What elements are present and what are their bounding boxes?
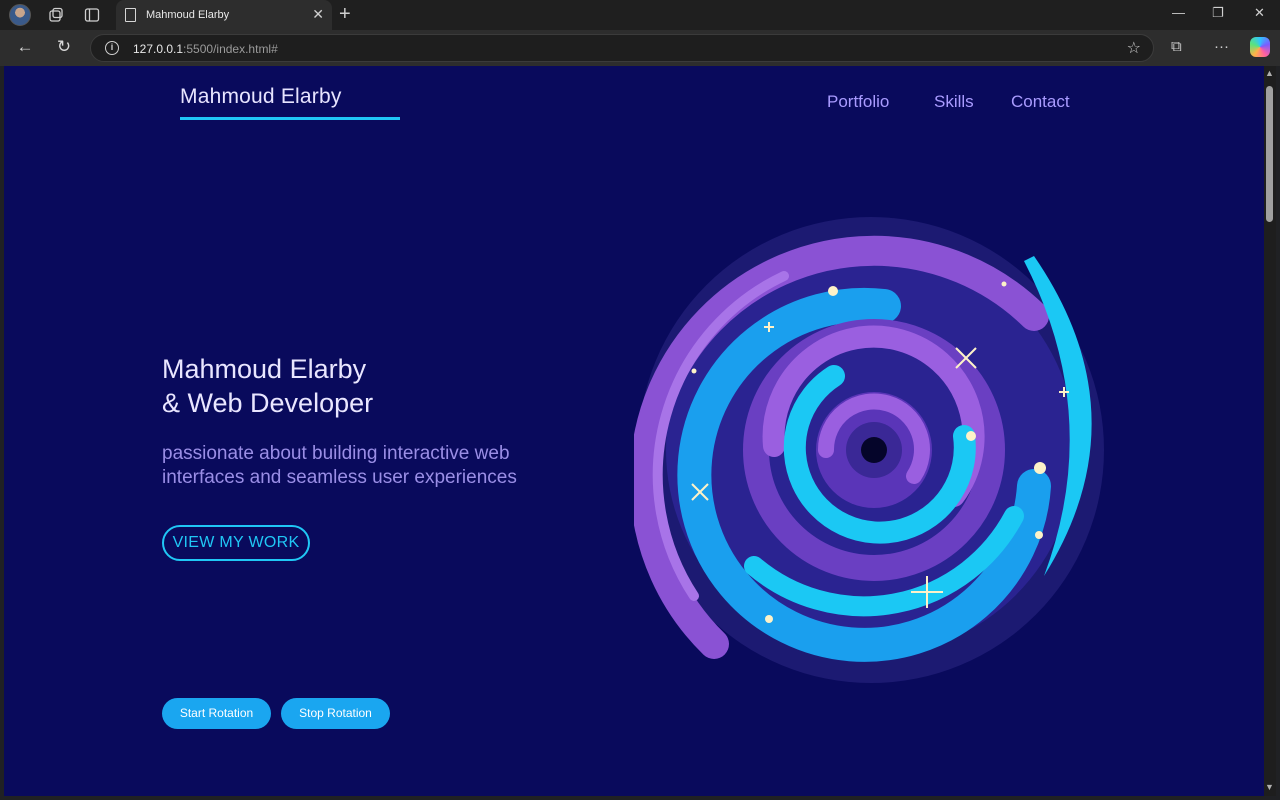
url-text: 127.0.0.1:5500/index.html# <box>133 42 278 56</box>
nav-link-skills[interactable]: Skills <box>934 92 974 112</box>
stop-rotation-button[interactable]: Stop Rotation <box>281 698 390 729</box>
url-host: 127.0.0.1 <box>133 42 184 56</box>
hero-heading: Mahmoud Elarby & Web Developer <box>162 352 373 420</box>
star-dot <box>691 368 697 374</box>
star-icon[interactable]: ☆ <box>1127 38 1141 58</box>
browser-tab-bar: Mahmoud Elarby ✕ + — ❐ ✕ <box>0 0 1280 30</box>
page-viewport: Mahmoud Elarby Portfolio Skills Contact … <box>4 66 1264 796</box>
star-dot <box>1001 281 1007 287</box>
minimize-icon[interactable]: — <box>1172 5 1185 20</box>
brand-underline <box>180 117 400 120</box>
scroll-down-icon[interactable]: ▼ <box>1265 782 1274 792</box>
tab-title: Mahmoud Elarby <box>146 9 230 21</box>
star-dot <box>1035 531 1043 539</box>
restore-icon[interactable]: ❐ <box>1212 5 1224 21</box>
profile-avatar-icon[interactable] <box>9 4 31 26</box>
extensions-icon[interactable]: ⧉ <box>1171 38 1182 55</box>
site-brand[interactable]: Mahmoud Elarby <box>180 85 342 109</box>
browser-toolbar: ← ↻ i 127.0.0.1:5500/index.html# ☆ ⧉ ··· <box>0 30 1280 66</box>
hero-heading-line2: & Web Developer <box>162 388 374 418</box>
workspaces-icon[interactable] <box>46 5 66 25</box>
tab-actions-icon[interactable] <box>82 5 102 25</box>
view-my-work-button[interactable]: VIEW MY WORK <box>162 525 310 561</box>
nav-link-portfolio[interactable]: Portfolio <box>827 92 889 112</box>
page-scrollbar[interactable]: ▲ ▼ <box>1264 66 1276 796</box>
star-dot <box>828 286 838 296</box>
galaxy-illustration <box>634 217 1104 683</box>
page-icon <box>125 8 136 22</box>
scroll-up-icon[interactable]: ▲ <box>1265 68 1274 78</box>
start-rotation-button[interactable]: Start Rotation <box>162 698 271 729</box>
copilot-icon[interactable] <box>1250 37 1270 57</box>
back-icon[interactable]: ← <box>14 37 36 59</box>
nav-link-contact[interactable]: Contact <box>1011 92 1070 112</box>
hero-heading-line1: Mahmoud Elarby <box>162 354 367 384</box>
star-dot <box>1034 462 1046 474</box>
scrollbar-thumb[interactable] <box>1266 86 1273 222</box>
more-icon[interactable]: ··· <box>1214 38 1229 55</box>
info-icon[interactable]: i <box>105 41 119 55</box>
reload-icon[interactable]: ↻ <box>53 37 75 59</box>
star-dot <box>765 615 773 623</box>
url-path: :5500/index.html# <box>183 42 278 56</box>
hero-subtitle: passionate about building interactive we… <box>162 443 517 488</box>
address-bar[interactable]: i 127.0.0.1:5500/index.html# ☆ <box>90 34 1154 62</box>
star-dot <box>966 431 976 441</box>
window-close-icon[interactable]: ✕ <box>1254 5 1265 21</box>
active-tab[interactable]: Mahmoud Elarby ✕ <box>116 0 332 30</box>
close-tab-icon[interactable]: ✕ <box>312 6 324 23</box>
new-tab-plus-icon[interactable]: + <box>339 3 351 26</box>
black-hole-center <box>861 437 887 463</box>
